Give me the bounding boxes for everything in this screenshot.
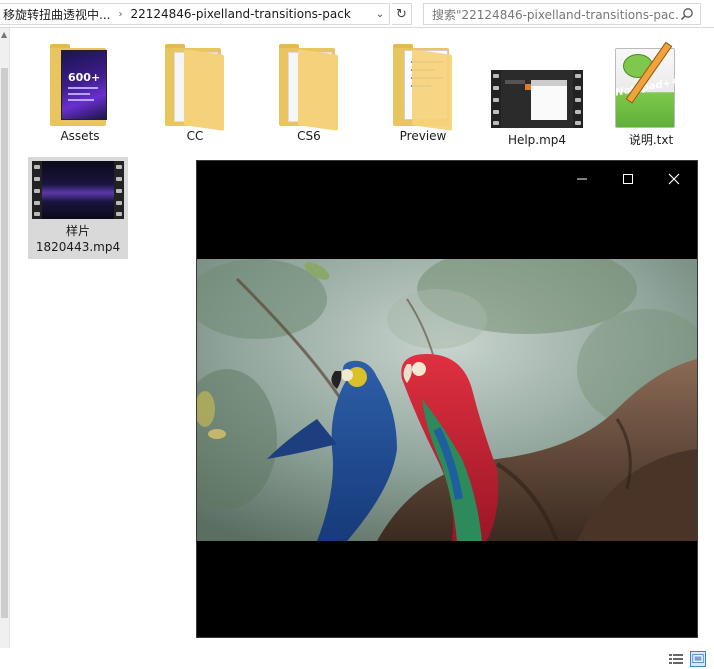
file-item-sample-mp4[interactable]: 样片 1820443.mp4 [28, 157, 128, 259]
status-bar [0, 648, 714, 669]
folder-icon [276, 44, 342, 131]
maximize-icon [623, 174, 633, 184]
scroll-up-arrow-icon[interactable]: ▲ [1, 30, 7, 39]
search-box[interactable]: 搜索"22124846-pixelland-transitions-pac... [423, 3, 701, 25]
poster-text: 600+ [68, 71, 101, 84]
navigation-pane-scrollbar[interactable]: ▲ [0, 28, 10, 648]
file-item-help-mp4[interactable]: Help.mp4 [487, 44, 587, 148]
file-item-preview[interactable]: Preview [373, 44, 473, 144]
notepad-plus-plus-icon: Notepad++ [603, 40, 699, 130]
file-item-label: Preview [399, 129, 447, 143]
file-item-label: Help.mp4 [507, 133, 567, 147]
address-toolbar: 移旋转扭曲透视中... › 22124846-pixelland-transit… [0, 0, 714, 28]
scrollbar-thumb[interactable] [1, 68, 8, 618]
search-icon[interactable] [680, 7, 694, 21]
details-view-icon[interactable] [668, 651, 684, 667]
address-bar[interactable]: 移旋转扭曲透视中... › 22124846-pixelland-transit… [0, 3, 390, 25]
video-thumbnail-icon [491, 70, 583, 128]
file-item-label-line1: 样片 [65, 224, 90, 238]
minimize-button[interactable] [565, 167, 599, 191]
folder-icon: 600+ [47, 44, 113, 128]
file-item-label: CC [186, 129, 204, 143]
close-button[interactable] [657, 167, 691, 191]
search-input[interactable]: 搜索"22124846-pixelland-transitions-pac... [432, 6, 678, 23]
file-item-label: Assets [60, 129, 100, 143]
file-item-assets[interactable]: 600+ Assets [30, 44, 130, 144]
address-dropdown-chevron-icon[interactable]: ⌄ [371, 4, 389, 24]
maximize-button[interactable] [611, 167, 645, 191]
large-icons-view-icon[interactable] [690, 651, 706, 667]
file-item-cs6[interactable]: CS6 [259, 44, 359, 144]
refresh-button[interactable]: ↻ [392, 3, 412, 25]
video-thumbnail-icon [32, 161, 124, 219]
video-player-window[interactable] [196, 160, 698, 638]
file-item-cc[interactable]: CC [145, 44, 245, 144]
file-item-label-line2: 1820443.mp4 [35, 240, 121, 254]
file-item-readme-txt[interactable]: Notepad++ 说明.txt [601, 40, 701, 148]
folder-icon [162, 44, 228, 131]
video-frame-parrots [197, 259, 697, 541]
close-icon [668, 173, 680, 185]
minimize-icon [577, 178, 587, 180]
breadcrumb-current[interactable]: 22124846-pixelland-transitions-pack [126, 7, 354, 21]
file-item-label: 说明.txt [628, 133, 674, 147]
refresh-icon: ↻ [396, 6, 407, 22]
folder-icon [390, 44, 456, 131]
breadcrumb-parent[interactable]: 移旋转扭曲透视中... [0, 6, 114, 23]
file-item-label: CS6 [297, 129, 321, 143]
breadcrumb-chevron-icon[interactable]: › [114, 9, 126, 20]
